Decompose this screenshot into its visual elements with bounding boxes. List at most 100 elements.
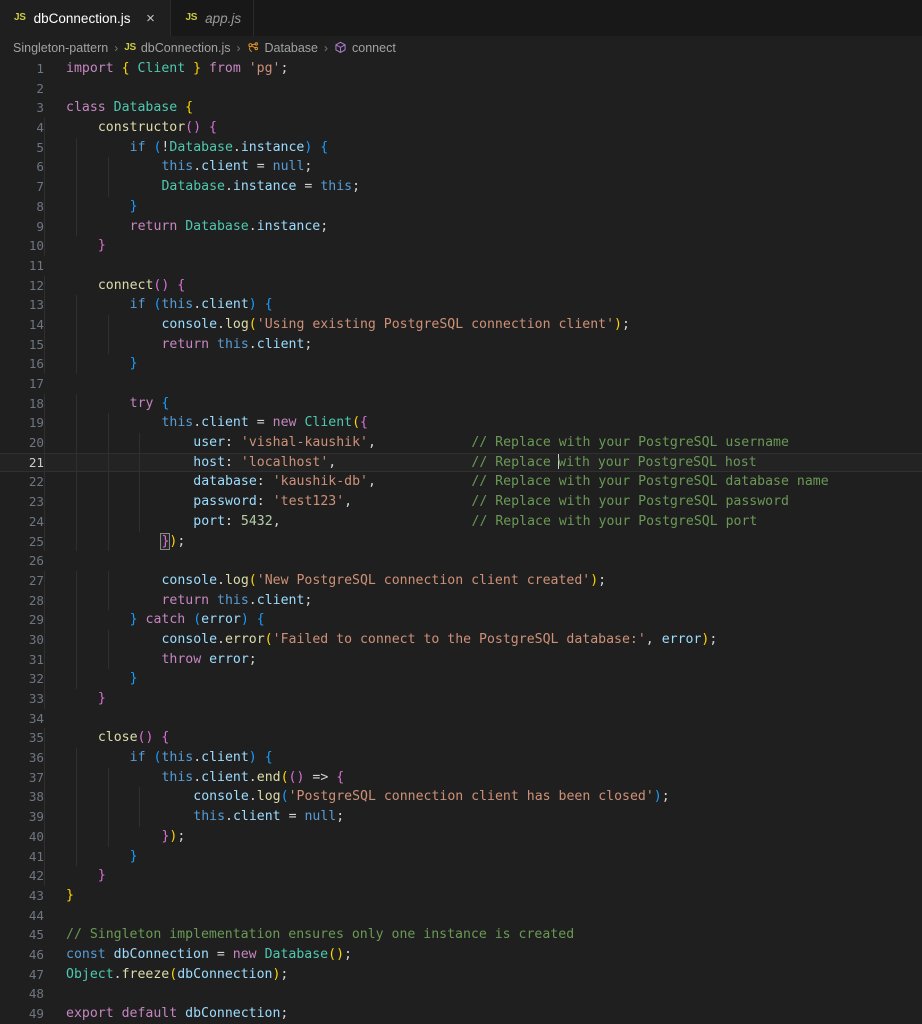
code-line[interactable]: 37 this.client.end(() => {: [0, 767, 922, 788]
code-line[interactable]: 3 class Database {: [0, 98, 922, 118]
breadcrumb-item-method[interactable]: connect: [334, 41, 396, 55]
line-content[interactable]: }: [44, 669, 922, 690]
code-line[interactable]: 2: [0, 79, 922, 99]
line-content[interactable]: this.client = new Client({: [44, 413, 922, 434]
code-line[interactable]: 26: [0, 551, 922, 571]
code-line[interactable]: 41 }: [0, 846, 922, 867]
line-content[interactable]: console.log('New PostgreSQL connection c…: [44, 570, 922, 591]
breadcrumb-item-folder[interactable]: Singleton-pattern: [13, 41, 108, 55]
code-line[interactable]: 39 this.client = null;: [0, 807, 922, 827]
line-content[interactable]: close() {: [44, 728, 922, 749]
line-content[interactable]: export default dbConnection;: [44, 1004, 922, 1024]
line-content[interactable]: database: 'kaushik-db', // Replace with …: [44, 472, 922, 493]
line-content[interactable]: if (!Database.instance) {: [44, 137, 922, 158]
code-line[interactable]: 8 }: [0, 196, 922, 217]
code-line[interactable]: 49 export default dbConnection;: [0, 1004, 922, 1024]
breadcrumb-item-file[interactable]: JS dbConnection.js: [124, 41, 230, 55]
line-content[interactable]: port: 5432, // Replace with your Postgre…: [44, 511, 922, 532]
close-icon[interactable]: ×: [142, 11, 158, 26]
code-line[interactable]: 9 return Database.instance;: [0, 216, 922, 237]
code-line[interactable]: 31 throw error;: [0, 649, 922, 670]
code-line[interactable]: 5 if (!Database.instance) {: [0, 137, 922, 158]
tab-app-js[interactable]: JS app.js: [171, 0, 255, 36]
line-content[interactable]: }: [44, 196, 922, 217]
line-content[interactable]: if (this.client) {: [44, 748, 922, 768]
line-content[interactable]: connect() {: [44, 275, 922, 296]
line-content[interactable]: // Singleton implementation ensures only…: [44, 925, 922, 945]
code-line[interactable]: 42 }: [0, 866, 922, 886]
code-line[interactable]: 46 const dbConnection = new Database();: [0, 945, 922, 965]
code-line[interactable]: 7 Database.instance = this;: [0, 177, 922, 197]
code-line[interactable]: 13 if (this.client) {: [0, 295, 922, 315]
line-content[interactable]: user: 'vishal-kaushik', // Replace with …: [44, 433, 922, 453]
code-line[interactable]: 21 host: 'localhost', // Replace with yo…: [0, 452, 922, 473]
line-content[interactable]: const dbConnection = new Database();: [44, 945, 922, 965]
code-line[interactable]: 34: [0, 709, 922, 729]
code-line[interactable]: 14 console.log('Using existing PostgreSQ…: [0, 314, 922, 335]
code-line[interactable]: 20 user: 'vishal-kaushik', // Replace wi…: [0, 433, 922, 453]
line-content[interactable]: throw error;: [44, 649, 922, 670]
code-line[interactable]: 47 Object.freeze(dbConnection);: [0, 965, 922, 985]
line-content[interactable]: return this.client;: [44, 334, 922, 355]
line-content[interactable]: return Database.instance;: [44, 216, 922, 237]
tab-dbconnection-js[interactable]: JS dbConnection.js ×: [0, 0, 172, 36]
code-line[interactable]: 19 this.client = new Client({: [0, 413, 922, 434]
code-line[interactable]: 17: [0, 374, 922, 394]
line-content[interactable]: }: [44, 236, 922, 256]
code-line[interactable]: 10 }: [0, 236, 922, 256]
code-line[interactable]: 23 password: 'test123', // Replace with …: [0, 492, 922, 512]
code-line[interactable]: 15 return this.client;: [0, 334, 922, 355]
line-content[interactable]: Database.instance = this;: [44, 177, 922, 197]
code-line[interactable]: 28 return this.client;: [0, 590, 922, 611]
code-line[interactable]: 18 try {: [0, 393, 922, 414]
line-content[interactable]: try {: [44, 393, 922, 414]
breadcrumb-label: dbConnection.js: [140, 40, 231, 55]
code-line[interactable]: 6 this.client = null;: [0, 157, 922, 178]
line-content[interactable]: this.client = null;: [44, 807, 922, 827]
code-line[interactable]: 16 }: [0, 354, 922, 375]
code-line[interactable]: 38 console.log('PostgreSQL connection cl…: [0, 787, 922, 808]
code-line[interactable]: 45 // Singleton implementation ensures on…: [0, 925, 922, 945]
line-content[interactable]: console.error('Failed to connect to the …: [44, 629, 922, 650]
code-line[interactable]: 12 connect() {: [0, 275, 922, 296]
line-content[interactable]: }: [44, 354, 922, 375]
code-line[interactable]: 25 });: [0, 531, 922, 552]
line-content[interactable]: });: [44, 531, 922, 552]
line-content[interactable]: Object.freeze(dbConnection);: [44, 965, 922, 985]
code-line[interactable]: 4 constructor() {: [0, 118, 922, 138]
code-line[interactable]: 48: [0, 984, 922, 1004]
line-content[interactable]: constructor() {: [44, 118, 922, 138]
code-line[interactable]: 35 close() {: [0, 728, 922, 749]
code-line[interactable]: 43}: [0, 886, 922, 906]
line-content[interactable]: host: 'localhost', // Replace with your …: [44, 452, 922, 473]
line-content[interactable]: }: [44, 846, 922, 867]
line-content[interactable]: password: 'test123', // Replace with you…: [44, 492, 922, 512]
line-content[interactable]: import { Client } from 'pg';: [44, 59, 922, 79]
code-line[interactable]: 29 } catch (error) {: [0, 610, 922, 630]
line-content[interactable]: if (this.client) {: [44, 295, 922, 315]
code-line[interactable]: 11: [0, 256, 922, 276]
code-line[interactable]: 30 console.error('Failed to connect to t…: [0, 629, 922, 650]
code-editor[interactable]: 1 import { Client } from 'pg'; 2 3 class Dat…: [0, 59, 922, 1024]
code-line[interactable]: 27 console.log('New PostgreSQL connectio…: [0, 570, 922, 591]
code-line[interactable]: 1 import { Client } from 'pg';: [0, 59, 922, 79]
line-content[interactable]: }: [44, 866, 922, 886]
line-content[interactable]: } catch (error) {: [44, 610, 922, 630]
line-content[interactable]: }: [44, 689, 922, 709]
line-content[interactable]: this.client = null;: [44, 157, 922, 178]
code-line[interactable]: 36 if (this.client) {: [0, 748, 922, 768]
line-content[interactable]: console.log('Using existing PostgreSQL c…: [44, 314, 922, 335]
code-line[interactable]: 24 port: 5432, // Replace with your Post…: [0, 511, 922, 532]
breadcrumb-item-class[interactable]: Database: [247, 41, 318, 55]
line-content[interactable]: this.client.end(() => {: [44, 767, 922, 788]
line-content[interactable]: class Database {: [44, 98, 922, 118]
code-line[interactable]: 33 }: [0, 689, 922, 709]
line-content[interactable]: });: [44, 826, 922, 847]
code-line[interactable]: 22 database: 'kaushik-db', // Replace wi…: [0, 472, 922, 493]
code-line[interactable]: 32 }: [0, 669, 922, 690]
code-line[interactable]: 40 });: [0, 826, 922, 847]
code-line[interactable]: 44: [0, 906, 922, 926]
line-content[interactable]: console.log('PostgreSQL connection clien…: [44, 787, 922, 808]
line-content[interactable]: }: [44, 886, 922, 906]
line-content[interactable]: return this.client;: [44, 590, 922, 611]
